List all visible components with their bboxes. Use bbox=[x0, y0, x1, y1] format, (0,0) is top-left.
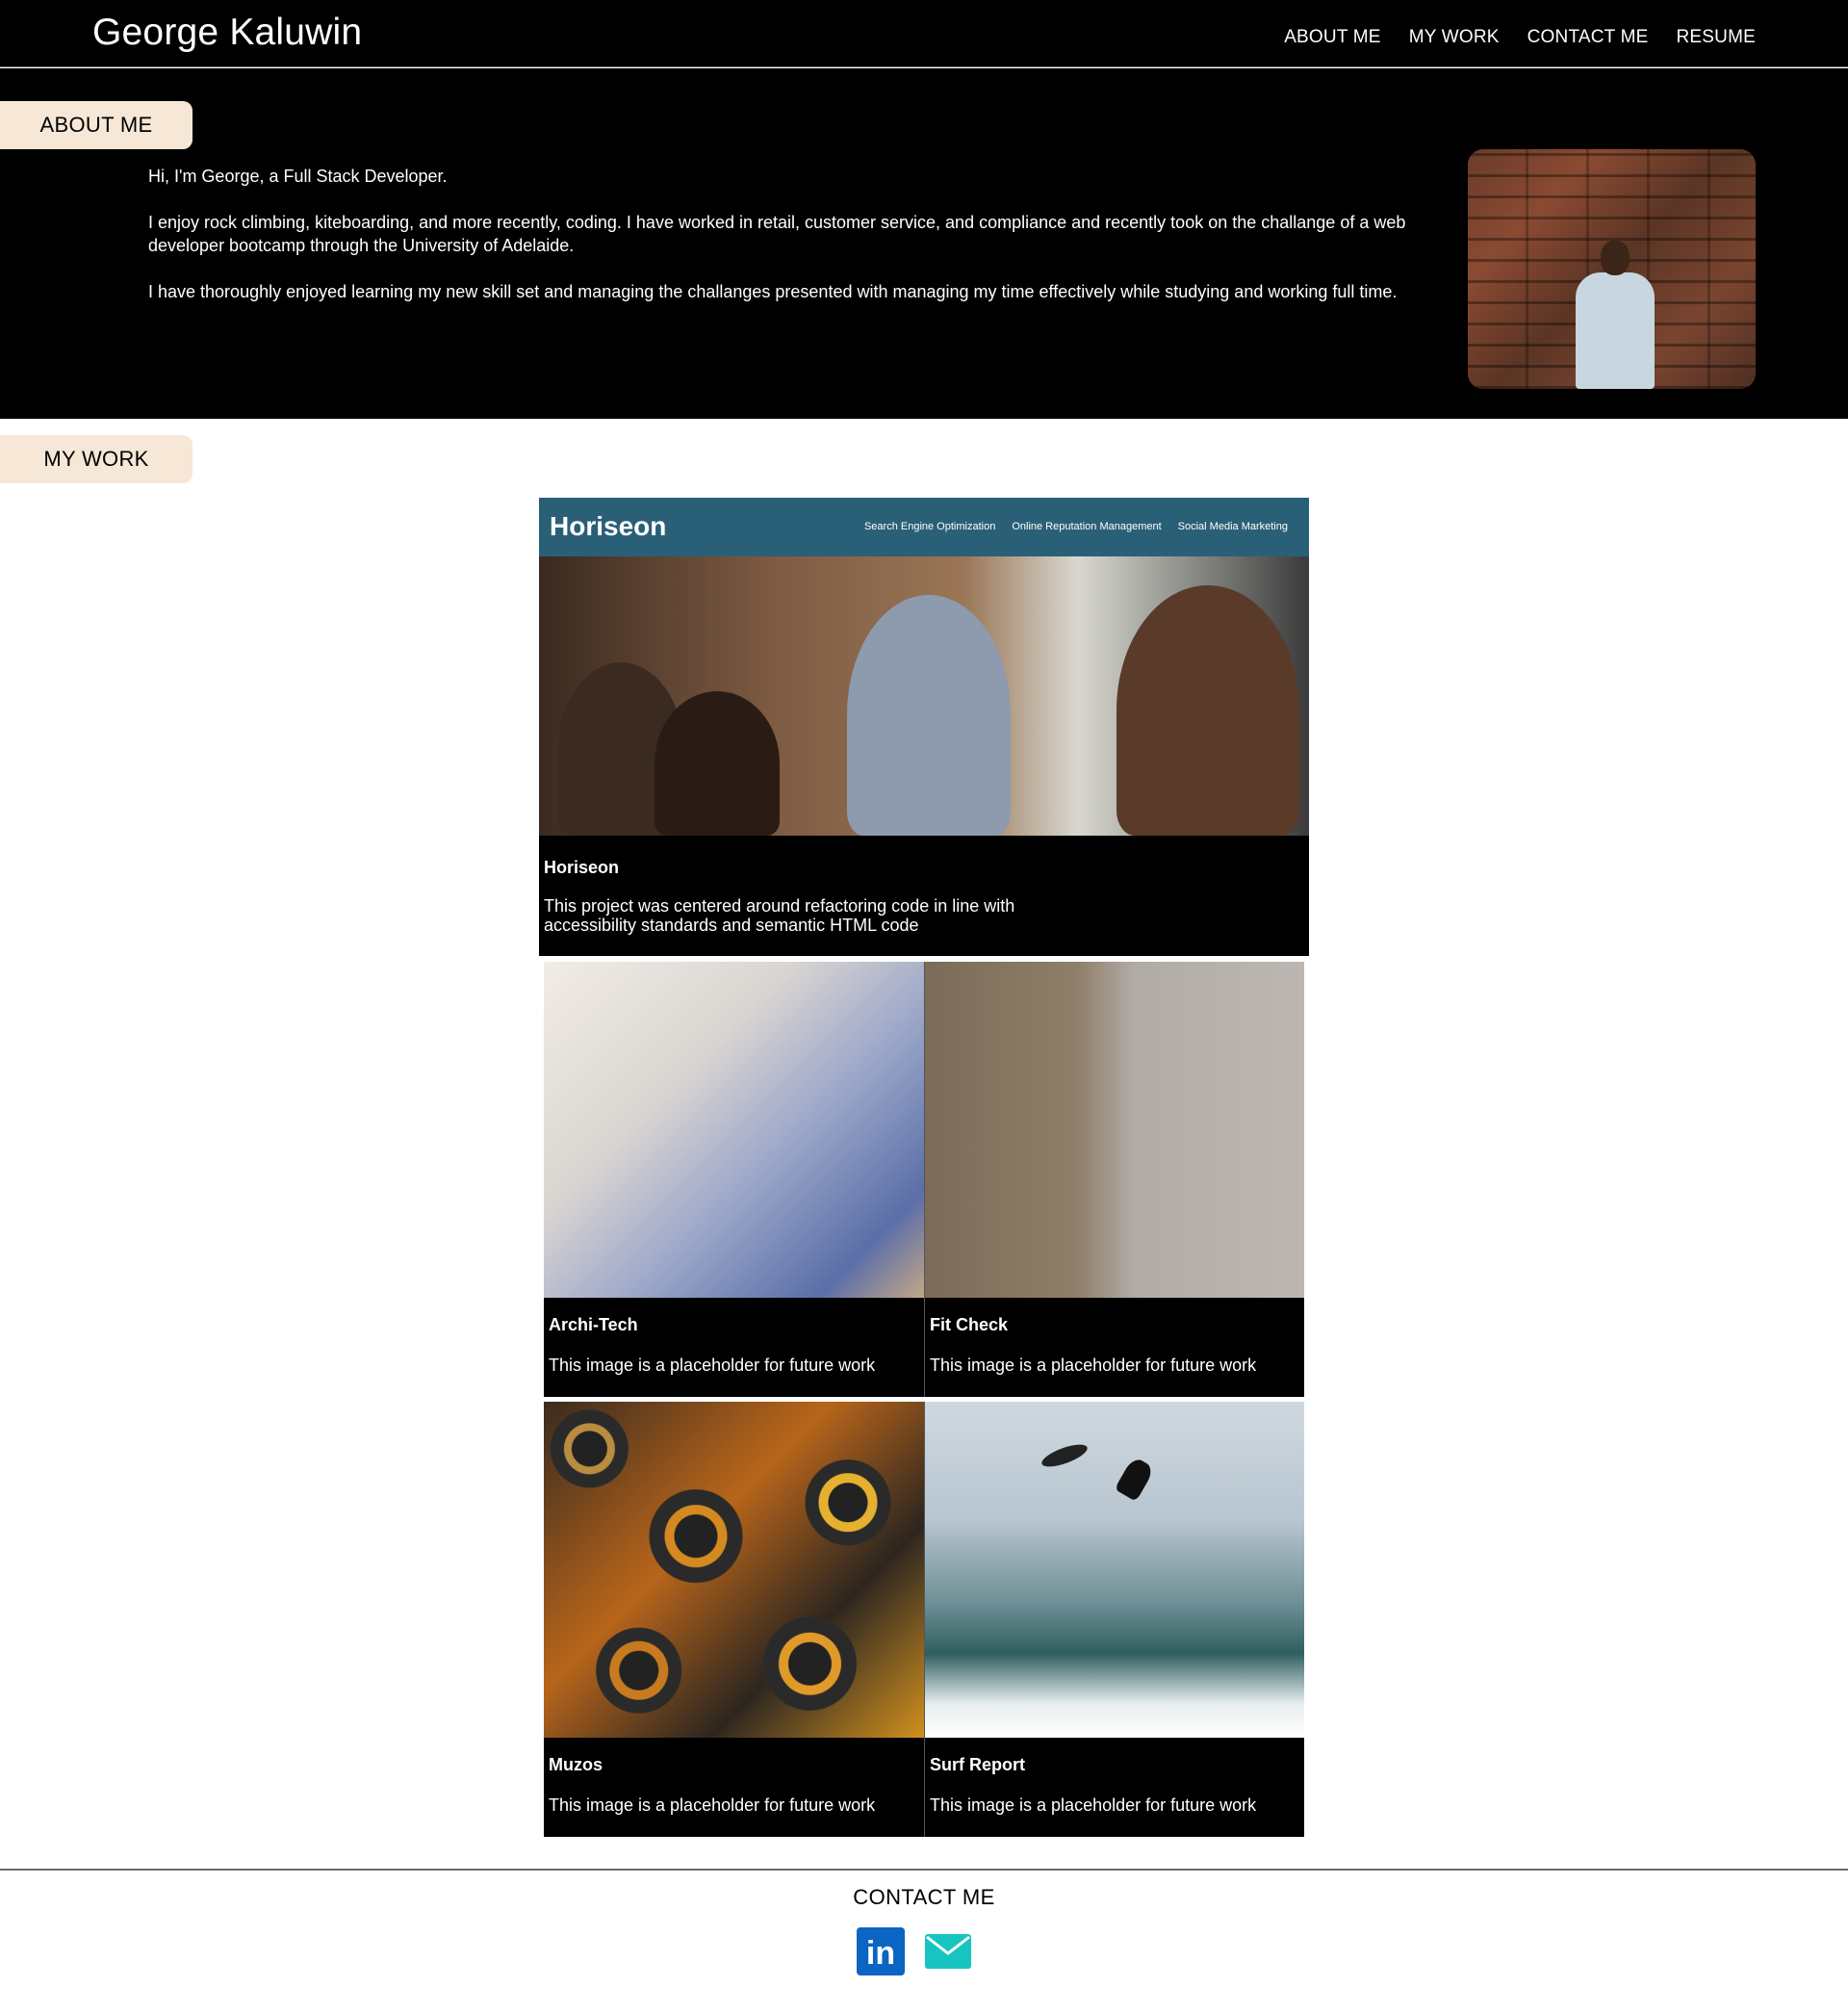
project-description: This image is a placeholder for future w… bbox=[930, 1795, 1257, 1815]
about-paragraph: I enjoy rock climbing, kiteboarding, and… bbox=[148, 213, 1406, 255]
footer-divider bbox=[0, 1869, 1848, 1871]
about-paragraph: I have thoroughly enjoyed learning my ne… bbox=[148, 282, 1398, 301]
project-card-muzos[interactable]: Muzos This image is a placeholder for fu… bbox=[544, 1402, 924, 1837]
linkedin-icon[interactable]: in bbox=[857, 1927, 905, 1975]
project-card-surf-report[interactable]: Surf Report This image is a placeholder … bbox=[924, 1402, 1304, 1837]
project-title: Horiseon bbox=[544, 858, 620, 877]
about-heading: ABOUT ME bbox=[0, 101, 192, 149]
project-card-fit-check[interactable]: Fit Check This image is a placeholder fo… bbox=[924, 962, 1304, 1397]
horiseon-preview-nav: Search Engine Optimization Online Reputa… bbox=[864, 521, 1288, 532]
profile-person-body bbox=[1576, 272, 1655, 389]
project-title: Surf Report bbox=[930, 1755, 1025, 1774]
surfer-shape bbox=[1114, 1456, 1156, 1502]
project-title: Muzos bbox=[549, 1755, 603, 1774]
horiseon-preview-photo bbox=[539, 556, 1309, 836]
site-brand[interactable]: George Kaluwin bbox=[92, 12, 362, 54]
project-image-muzos[interactable] bbox=[544, 1402, 924, 1738]
photo-person bbox=[654, 691, 780, 836]
project-title: Fit Check bbox=[930, 1315, 1009, 1334]
profile-person-head bbox=[1601, 241, 1630, 275]
nav-contact-me[interactable]: CONTACT ME bbox=[1527, 27, 1649, 48]
project-image-surf-report[interactable] bbox=[925, 1402, 1304, 1738]
envelope-icon bbox=[925, 1934, 971, 1969]
email-icon[interactable] bbox=[924, 1927, 972, 1975]
main-nav: ABOUT ME MY WORK CONTACT ME RESUME bbox=[1284, 27, 1756, 48]
project-description: This image is a placeholder for future w… bbox=[930, 1356, 1257, 1375]
horiseon-preview-link: Search Engine Optimization bbox=[863, 521, 996, 532]
project-image-fit-check[interactable] bbox=[925, 962, 1304, 1298]
project-description: This image is a placeholder for future w… bbox=[549, 1795, 876, 1815]
project-title: Archi-Tech bbox=[549, 1315, 638, 1334]
project-image-archi-tech[interactable] bbox=[544, 962, 924, 1298]
horiseon-preview-link: Social Media Marketing bbox=[1177, 521, 1288, 532]
horiseon-preview-header: Horiseon Search Engine Optimization Onli… bbox=[539, 498, 1309, 556]
about-paragraph: Hi, I'm George, a Full Stack Developer. bbox=[148, 167, 448, 186]
site-header: George Kaluwin ABOUT ME MY WORK CONTACT … bbox=[0, 0, 1848, 67]
photo-person bbox=[1116, 585, 1299, 836]
about-section: ABOUT ME Hi, I'm George, a Full Stack De… bbox=[0, 68, 1848, 419]
surfboard-shape bbox=[1039, 1439, 1091, 1472]
project-card-horiseon[interactable]: Horiseon Search Engine Optimization Onli… bbox=[539, 498, 1309, 956]
horiseon-preview-link: Online Reputation Management bbox=[1012, 521, 1162, 532]
project-description: This project was centered around refacto… bbox=[544, 896, 1015, 935]
project-card-archi-tech[interactable]: Archi-Tech This image is a placeholder f… bbox=[544, 962, 924, 1397]
about-text: Hi, I'm George, a Full Stack Developer. … bbox=[148, 165, 1419, 326]
contact-heading: CONTACT ME bbox=[853, 1885, 995, 1909]
contact-icons: in bbox=[857, 1927, 972, 1975]
nav-resume[interactable]: RESUME bbox=[1677, 27, 1757, 48]
nav-my-work[interactable]: MY WORK bbox=[1409, 27, 1500, 48]
profile-photo bbox=[1468, 149, 1756, 389]
horiseon-preview-logo: Horiseon bbox=[550, 511, 667, 541]
project-image-horiseon[interactable]: Horiseon Search Engine Optimization Onli… bbox=[539, 498, 1309, 836]
project-description: This image is a placeholder for future w… bbox=[549, 1356, 876, 1375]
photo-person bbox=[847, 595, 1011, 836]
work-heading: MY WORK bbox=[0, 435, 192, 483]
nav-about-me[interactable]: ABOUT ME bbox=[1284, 27, 1381, 48]
